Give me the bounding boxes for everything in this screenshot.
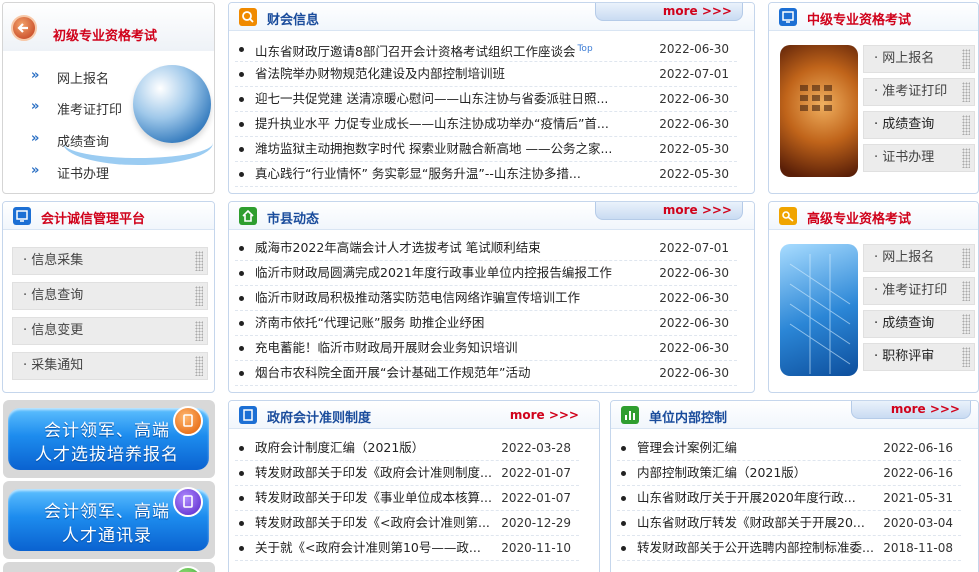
mid-exam-title: 中级专业资格考试 [807,13,912,28]
monitor-icon [13,207,31,225]
list-item[interactable]: 济南市依托“代理记账”服务 助推企业纾困 2022-06-30 [235,311,737,336]
finance-news-header: 财会信息 more >>> [229,3,754,31]
junior-link-4[interactable]: » 证书办理 [31,163,109,183]
internal-control-list: 管理会计案例汇编 2022-06-16 内部控制政策汇编（2021版） 2022-0… [617,436,961,561]
mid-exam-panel: 中级专业资格考试 · 网上报名 · 准考证打印 · 成绩查询 · 证书办理 [768,2,979,194]
finance-news-more-link[interactable]: more >>> [595,3,743,21]
credit-platform-header: 会计诚信管理平台 [3,202,214,230]
finance-news-list: 山东省财政厅邀请8部门召开会计资格考试组织工作座谈会 Top 2022-06-30 … [235,37,737,187]
list-item[interactable]: 转发财政部关于印发《政府会计准则制度... 2022-01-07 [235,461,579,486]
double-chevron-icon: » [31,99,40,114]
key-icon [779,207,797,225]
mid-exam-header: 中级专业资格考试 [769,3,978,31]
third-banner-partial[interactable] [3,562,215,572]
senior-exam-panel: 高级专业资格考试 · 网上报名 · 准考证打印 · 成绩查询 · 职称评审 [768,201,979,393]
mid-score-button[interactable]: · 成绩查询 [863,111,975,139]
list-item[interactable]: 转发财政部关于印发《<政府会计准则第... 2020-12-29 [235,511,579,536]
mid-register-button[interactable]: · 网上报名 [863,45,975,73]
list-item[interactable]: 省法院举办财物规范化建设及内部控制培训班 2022-07-01 [235,62,737,87]
county-news-more-link[interactable]: more >>> [595,202,743,220]
junior-link-2[interactable]: » 准考证打印 [31,99,122,119]
senior-register-button[interactable]: · 网上报名 [863,244,975,272]
gov-accounting-panel: 政府会计准则制度 more >>> 政府会计制度汇编（2021版） 2022-03… [228,400,600,572]
county-news-header: 市县动态 more >>> [229,202,754,230]
list-item[interactable]: 转发财政部关于公开选聘内部控制标准委... 2018-11-08 [617,536,961,561]
home-icon [239,207,257,225]
clipboard-icon [173,406,203,436]
mid-ticket-button[interactable]: · 准考证打印 [863,78,975,106]
list-item[interactable]: 潍坊监狱主动拥抱数字时代 探索业财融合新高地 ——公务之家... 2022-05-… [235,137,737,162]
gov-accounting-more-link[interactable]: more >>> [499,407,589,425]
senior-score-button[interactable]: · 成绩查询 [863,310,975,338]
credit-query-button[interactable]: · 信息查询 [12,282,208,310]
gov-accounting-list: 政府会计制度汇编（2021版） 2022-03-28 转发财政部关于印发《政府会计… [235,436,579,561]
internal-control-panel: 单位内部控制 more >>> 管理会计案例汇编 2022-06-16 内部控制政… [610,400,979,572]
mid-certificate-button[interactable]: · 证书办理 [863,144,975,172]
senior-exam-header: 高级专业资格考试 [769,202,978,230]
double-chevron-icon: » [31,131,40,146]
double-chevron-icon: » [31,163,40,178]
junior-exam-panel: 初级专业资格考试 » 网上报名 » 准考证打印 » 成绩查询 » 证书办理 [2,2,215,194]
green-badge-icon [173,566,203,572]
junior-link-1[interactable]: » 网上报名 [31,68,109,88]
building-photo [780,244,858,376]
gov-accounting-title: 政府会计准则制度 [267,411,372,426]
internal-control-header: 单位内部控制 more >>> [611,401,978,429]
leader-talent-directory-banner[interactable]: 会计领军、高端 人才通讯录 [3,481,215,559]
credit-collect-button[interactable]: · 信息采集 [12,247,208,275]
clipboard-icon [173,487,203,517]
list-item[interactable]: 山东省财政厅关于开展2020年度行政... 2021-05-31 [617,486,961,511]
list-item[interactable]: 管理会计案例汇编 2022-06-16 [617,436,961,461]
list-item[interactable]: 临沂市财政局积极推动落实防范电信网络诈骗宣传培训工作 2022-06-30 [235,286,737,311]
gov-accounting-header: 政府会计准则制度 more >>> [229,401,599,429]
senior-review-button[interactable]: · 职称评审 [863,343,975,371]
red-arrow-icon [11,15,37,41]
senior-ticket-button[interactable]: · 准考证打印 [863,277,975,305]
bar-chart-icon [621,406,639,424]
credit-platform-title: 会计诚信管理平台 [41,212,146,227]
internal-control-title: 单位内部控制 [649,411,728,426]
monitor-icon [779,8,797,26]
credit-notice-button[interactable]: · 采集通知 [12,352,208,380]
list-item[interactable]: 提升执业水平 力促专业成长——山东注协成功举办“疫情后”首... 2022-06-… [235,112,737,137]
leader-talent-signup-banner[interactable]: 会计领军、高端 人才选拔培养报名 [3,400,215,478]
county-news-title: 市县动态 [267,212,320,227]
finance-news-panel: 财会信息 more >>> 山东省财政厅邀请8部门召开会计资格考试组织工作座谈会… [228,2,755,194]
junior-link-3[interactable]: » 成绩查询 [31,131,109,151]
credit-change-button[interactable]: · 信息变更 [12,317,208,345]
internal-control-more-link[interactable]: more >>> [851,401,971,419]
list-item[interactable]: 关于就《<政府会计准则第10号——政... 2020-11-10 [235,536,579,561]
finance-news-title: 财会信息 [267,13,320,28]
list-item[interactable]: 烟台市农科院全面开展“会计基础工作规范年”活动 2022-06-30 [235,361,737,386]
credit-platform-panel: 会计诚信管理平台 · 信息采集 · 信息查询 · 信息变更 · 采集通知 [2,201,215,393]
calculator-photo [780,45,858,177]
list-item[interactable]: 威海市2022年高端会计人才选拔考试 笔试顺利结束 2022-07-01 [235,236,737,261]
search-doc-icon [239,8,257,26]
list-item[interactable]: 山东省财政厅邀请8部门召开会计资格考试组织工作座谈会 Top 2022-06-30 [235,37,737,62]
top-tag: Top [577,44,593,54]
list-item[interactable]: 迎七一共促党建 送清凉暖心慰问——山东注协与省委派驻日照... 2022-06-3… [235,87,737,112]
book-icon [239,406,257,424]
list-item[interactable]: 充电蓄能！临沂市财政局开展财会业务知识培训 2022-06-30 [235,336,737,361]
junior-exam-title: 初级专业资格考试 [53,29,158,44]
double-chevron-icon: » [31,68,40,83]
senior-exam-title: 高级专业资格考试 [807,212,912,227]
county-news-panel: 市县动态 more >>> 威海市2022年高端会计人才选拔考试 笔试顺利结束 2… [228,201,755,393]
list-item[interactable]: 真心践行“行业情怀” 务实彰显“服务升温”--山东注协多措... 2022-05-… [235,162,737,187]
county-news-list: 威海市2022年高端会计人才选拔考试 笔试顺利结束 2022-07-01 临沂市财… [235,236,737,386]
list-item[interactable]: 山东省财政厅转发《财政部关于开展20... 2020-03-04 [617,511,961,536]
list-item[interactable]: 内部控制政策汇编（2021版） 2022-06-16 [617,461,961,486]
list-item[interactable]: 临沂市财政局圆满完成2021年度行政事业单位内控报告编报工作 2022-06-30 [235,261,737,286]
list-item[interactable]: 政府会计制度汇编（2021版） 2022-03-28 [235,436,579,461]
list-item[interactable]: 转发财政部关于印发《事业单位成本核算... 2022-01-07 [235,486,579,511]
